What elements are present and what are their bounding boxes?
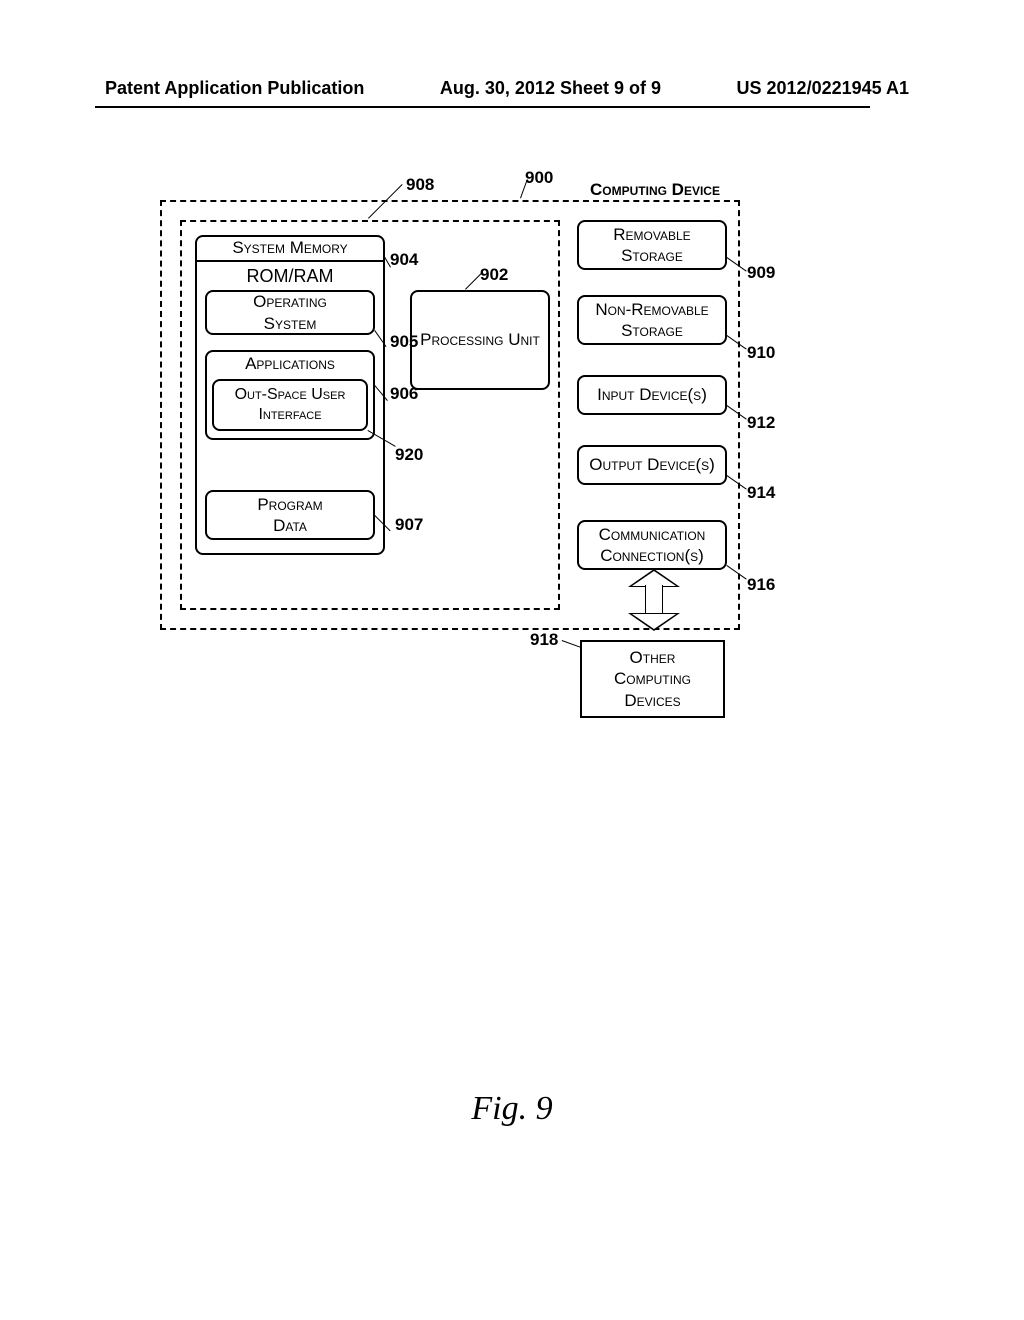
input-devices-box: Input Device(s) bbox=[577, 375, 727, 415]
ref-918: 918 bbox=[530, 630, 558, 650]
applications-heading: Applications bbox=[205, 354, 375, 374]
header-left: Patent Application Publication bbox=[105, 78, 364, 99]
processing-unit-box: Processing Unit bbox=[410, 290, 550, 390]
leader-918 bbox=[562, 640, 581, 648]
operating-system-box: Operating System bbox=[205, 290, 375, 335]
program-data-box: Program Data bbox=[205, 490, 375, 540]
ref-900: 900 bbox=[525, 168, 553, 188]
ref-902: 902 bbox=[480, 265, 508, 285]
page-header: Patent Application Publication Aug. 30, … bbox=[0, 78, 1024, 99]
computing-device-label: Computing Device bbox=[590, 180, 720, 200]
ref-914: 914 bbox=[747, 483, 775, 503]
header-rule bbox=[95, 106, 870, 108]
ref-904: 904 bbox=[390, 250, 418, 270]
removable-storage-box: Removable Storage bbox=[577, 220, 727, 270]
output-devices-box: Output Device(s) bbox=[577, 445, 727, 485]
header-center: Aug. 30, 2012 Sheet 9 of 9 bbox=[440, 78, 661, 99]
ref-908: 908 bbox=[406, 175, 434, 195]
header-right: US 2012/0221945 A1 bbox=[737, 78, 909, 99]
double-arrow bbox=[628, 575, 680, 630]
diagram-area: Computing Device System Memory ROM/RAM O… bbox=[150, 180, 890, 780]
system-memory-divider bbox=[197, 260, 383, 262]
ref-909: 909 bbox=[747, 263, 775, 283]
non-removable-storage-box: Non-Removable Storage bbox=[577, 295, 727, 345]
ref-906: 906 bbox=[390, 384, 418, 404]
other-computing-devices-box: Other Computing Devices bbox=[580, 640, 725, 718]
rom-ram-label: ROM/RAM bbox=[195, 266, 385, 287]
ref-910: 910 bbox=[747, 343, 775, 363]
system-memory-heading: System Memory bbox=[195, 238, 385, 258]
ref-912: 912 bbox=[747, 413, 775, 433]
ref-905: 905 bbox=[390, 332, 418, 352]
out-space-ui-box: Out-Space User Interface bbox=[212, 379, 368, 431]
communication-connections-box: Communication Connection(s) bbox=[577, 520, 727, 570]
ref-907: 907 bbox=[395, 515, 423, 535]
figure-caption: Fig. 9 bbox=[0, 1090, 1024, 1128]
ref-920: 920 bbox=[395, 445, 423, 465]
ref-916: 916 bbox=[747, 575, 775, 595]
leader-900 bbox=[520, 179, 528, 198]
